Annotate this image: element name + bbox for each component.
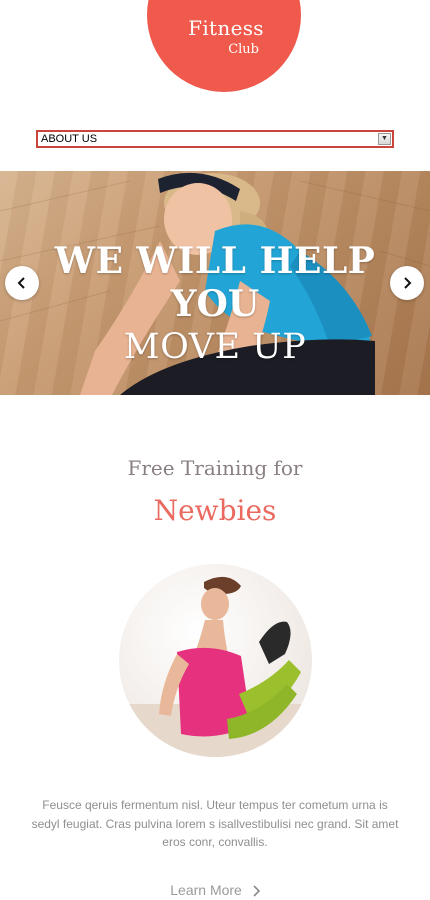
section-body-text: Feusce qeruis fermentum nisl. Uteur temp… — [31, 798, 399, 849]
training-photo-image — [119, 576, 312, 757]
dropdown-arrow-icon[interactable]: ▼ — [378, 133, 391, 145]
hero-headline-line1: WE WILL HELP — [54, 240, 376, 282]
chevron-right-icon — [253, 885, 260, 897]
hero-headline-line3: MOVE UP — [123, 327, 307, 367]
slider-prev-button[interactable] — [5, 266, 39, 300]
chevron-left-icon — [17, 277, 25, 289]
section-subtitle: Free Training for — [127, 456, 303, 480]
slider-next-button[interactable] — [390, 266, 424, 300]
learn-more-link[interactable]: Learn More — [0, 882, 430, 898]
learn-more-label: Learn More — [170, 882, 242, 898]
section-title: Newbies — [153, 494, 277, 527]
logo-subtitle: Club — [228, 42, 259, 57]
hero-slider: WE WILL HELP YOU MOVE UP — [0, 171, 430, 395]
logo-title: Fitness — [188, 16, 264, 40]
logo[interactable]: Fitness Club — [147, 0, 301, 92]
training-photo — [119, 564, 312, 757]
hero-headline-line2: YOU — [170, 283, 260, 325]
chevron-right-icon — [404, 277, 412, 289]
nav-select-value: ABOUT US — [41, 133, 98, 145]
nav-select[interactable]: ABOUT US ▼ — [36, 130, 394, 148]
